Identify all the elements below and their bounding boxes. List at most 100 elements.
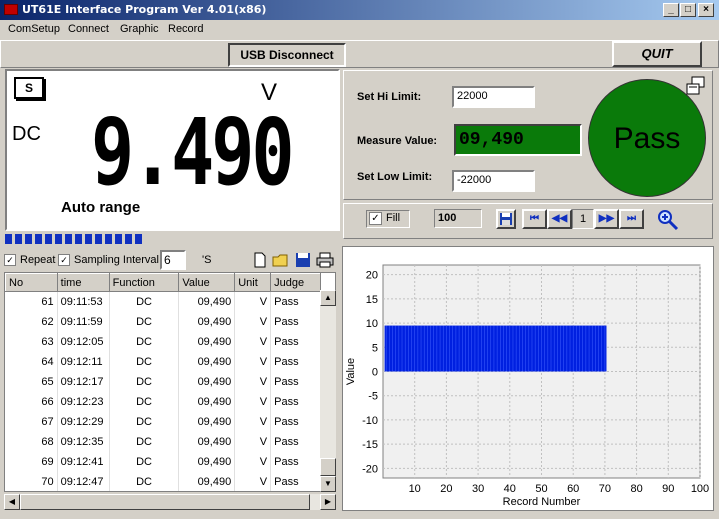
maximize-button[interactable]: □ (680, 3, 696, 17)
last-page-button[interactable]: ⏭ (619, 209, 644, 229)
vertical-scrollbar[interactable]: ▲ ▼ (320, 290, 336, 492)
prev-page-button[interactable]: ◀◀ (547, 209, 572, 229)
cell-unit: V (234, 311, 272, 332)
cell-value: 09,490 (178, 371, 236, 392)
menu-comsetup[interactable]: ComSetup (8, 23, 60, 35)
low-limit-input[interactable]: -22000 (452, 170, 535, 192)
table-row[interactable]: 63 09:12:05 DC 09,490 V Pass (5, 331, 321, 352)
minimize-button[interactable]: _ (663, 3, 679, 17)
table-row[interactable]: 67 09:12:29 DC 09,490 V Pass (5, 411, 321, 432)
new-file-icon (254, 252, 266, 268)
repeat-checkbox[interactable]: ✓ (4, 254, 16, 266)
horizontal-scrollbar[interactable]: ◀ ▶ (4, 494, 336, 510)
fill-label: Fill (386, 212, 401, 224)
cell-judge: Pass (270, 291, 321, 312)
col-header-no[interactable]: No (5, 273, 58, 292)
window-title: UT61E Interface Program Ver 4.01(x86) (22, 3, 267, 16)
col-header-unit[interactable]: Unit (234, 273, 272, 292)
cell-function: DC (109, 431, 180, 452)
save-chart-button[interactable] (496, 209, 516, 229)
new-file-button[interactable] (251, 251, 269, 269)
cell-value: 09,490 (178, 331, 236, 352)
cell-judge: Pass (270, 431, 321, 452)
print-button[interactable] (316, 251, 334, 269)
cell-time: 09:12:23 (57, 391, 110, 412)
table-row[interactable]: 61 09:11:53 DC 09,490 V Pass (5, 291, 321, 312)
cell-judge: Pass (270, 371, 321, 392)
col-header-value[interactable]: Value (178, 273, 236, 292)
open-folder-icon (272, 254, 288, 267)
cell-function: DC (109, 311, 180, 332)
cell-judge: Pass (270, 331, 321, 352)
cell-value: 09,490 (178, 311, 236, 332)
cell-no: 68 (5, 431, 58, 452)
close-button[interactable]: × (698, 3, 714, 17)
bargraph-segment (95, 234, 102, 244)
usb-disconnect-button[interactable]: USB Disconnect (228, 43, 346, 67)
menu-graphic[interactable]: Graphic (120, 23, 159, 35)
quit-button[interactable]: QUIT (612, 41, 702, 67)
app-icon[interactable] (4, 4, 18, 15)
bargraph-segment (65, 234, 72, 244)
cell-unit: V (234, 391, 272, 412)
sampling-interval-input[interactable]: 6 (160, 250, 186, 270)
col-header-function[interactable]: Function (108, 273, 180, 292)
records-table[interactable]: No time Function Value Unit Judge 61 09:1… (4, 272, 336, 492)
scroll-down-button[interactable]: ▼ (320, 476, 336, 492)
scroll-left-button[interactable]: ◀ (4, 494, 20, 510)
save-file-button[interactable] (294, 251, 312, 269)
menu-record[interactable]: Record (168, 23, 203, 35)
cell-judge: Pass (270, 451, 321, 472)
open-file-button[interactable] (272, 251, 290, 269)
scroll-thumb[interactable] (320, 458, 336, 476)
menu-bar: ComSetup Connect Graphic Record (0, 20, 719, 40)
zoom-icon (658, 210, 679, 231)
table-row[interactable]: 65 09:12:17 DC 09,490 V Pass (5, 371, 321, 392)
zoom-button[interactable] (656, 208, 680, 232)
x-tick-label: 60 (567, 483, 579, 495)
cell-function: DC (109, 451, 180, 472)
table-row[interactable]: 64 09:12:11 DC 09,490 V Pass (5, 351, 321, 372)
cell-judge: Pass (270, 411, 321, 432)
save-icon (500, 213, 512, 225)
window-switch-icon[interactable] (686, 76, 706, 96)
table-row[interactable]: 69 09:12:41 DC 09,490 V Pass (5, 451, 321, 472)
first-page-button[interactable]: ⏮ (522, 209, 547, 229)
cell-no: 67 (5, 411, 58, 432)
menu-connect[interactable]: Connect (68, 23, 109, 35)
scroll-up-button[interactable]: ▲ (320, 290, 336, 306)
sampling-checkbox[interactable]: ✓ (58, 254, 70, 266)
s-indicator: S (14, 77, 44, 99)
table-row[interactable]: 66 09:12:23 DC 09,490 V Pass (5, 391, 321, 412)
bargraph-segment (115, 234, 122, 244)
cell-value: 09,490 (178, 431, 236, 452)
table-row[interactable]: 70 09:12:47 DC 09,490 V Pass (5, 471, 321, 491)
col-header-time[interactable]: time (56, 273, 110, 292)
h-scroll-thumb[interactable] (20, 494, 310, 510)
x-tick-label: 100 (691, 483, 709, 495)
cell-function: DC (109, 391, 180, 412)
cell-judge: Pass (270, 471, 321, 491)
main-reading: 9.490 (91, 99, 295, 206)
page-number: 1 (572, 209, 594, 229)
cell-function: DC (109, 331, 180, 352)
fill-checkbox[interactable]: ✓ (369, 212, 382, 225)
cell-unit: V (234, 351, 272, 372)
y-tick-label: -20 (362, 463, 378, 475)
hi-limit-input[interactable]: 22000 (452, 86, 535, 108)
bargraph-segment (45, 234, 52, 244)
cell-value: 09,490 (178, 471, 236, 491)
table-row[interactable]: 62 09:11:59 DC 09,490 V Pass (5, 311, 321, 332)
title-bar: UT61E Interface Program Ver 4.01(x86) _ … (0, 0, 719, 20)
table-row[interactable]: 68 09:12:35 DC 09,490 V Pass (5, 431, 321, 452)
bargraph-segment (35, 234, 42, 244)
next-page-button[interactable]: ▶▶ (594, 209, 619, 229)
cell-no: 62 (5, 311, 58, 332)
cell-judge: Pass (270, 391, 321, 412)
scroll-right-button[interactable]: ▶ (320, 494, 336, 510)
measure-value-display: 09,490 (454, 124, 582, 156)
chart-panel: 20 15 10 5 0 -5 -10 -15 -20 10 20 30 40 50 60 70 80 90 100… (342, 246, 714, 511)
x-tick-label: 80 (630, 483, 642, 495)
cell-function: DC (109, 291, 180, 312)
col-header-judge[interactable]: Judge (270, 273, 321, 292)
